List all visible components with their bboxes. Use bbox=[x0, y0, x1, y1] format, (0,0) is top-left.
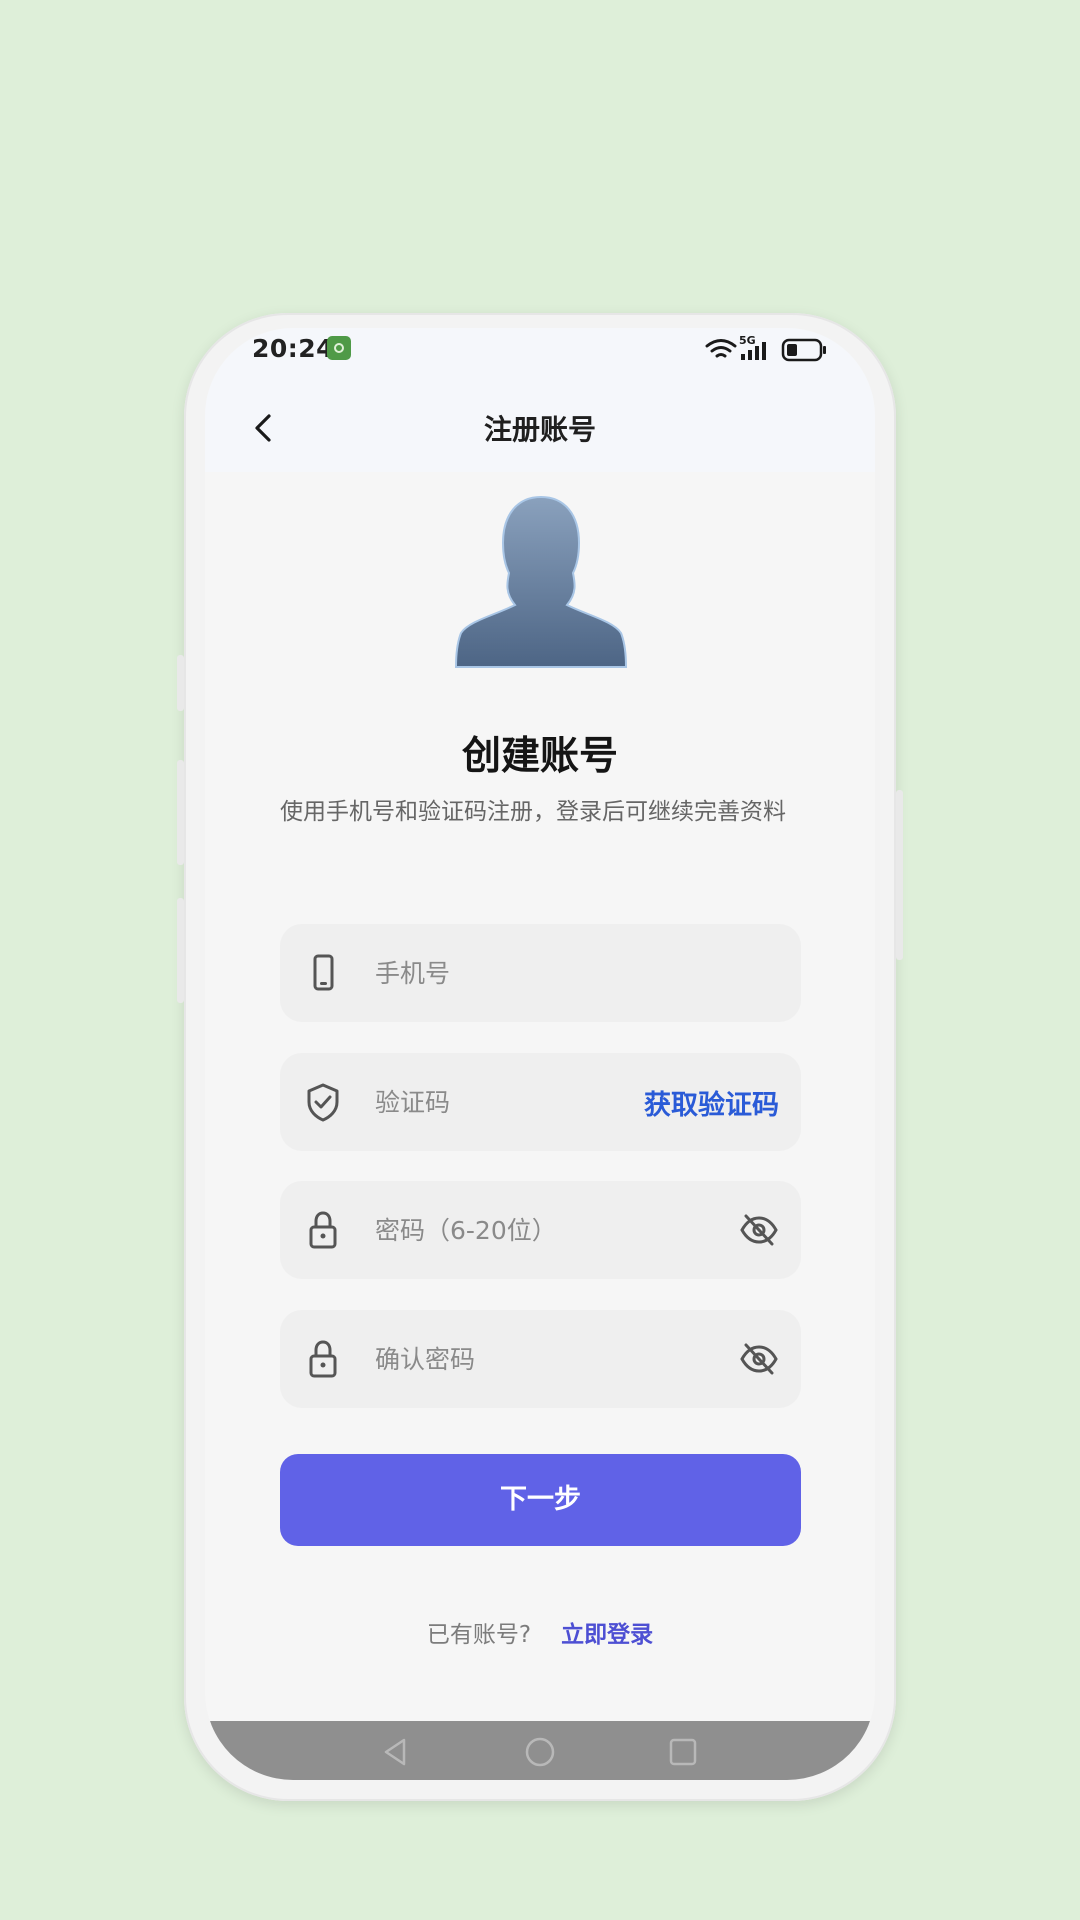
status-time: 20:24 bbox=[252, 334, 335, 363]
phone-side-button bbox=[177, 760, 184, 865]
lock-icon bbox=[309, 1211, 337, 1249]
have-account-text: 已有账号? bbox=[426, 1622, 532, 1648]
password-input[interactable] bbox=[375, 1205, 655, 1255]
code-field[interactable]: 获取验证码 bbox=[280, 1053, 801, 1151]
code-input[interactable] bbox=[375, 1077, 655, 1127]
login-link[interactable]: 立即登录 bbox=[561, 1622, 653, 1648]
eye-off-icon[interactable] bbox=[739, 1341, 779, 1377]
password-field[interactable] bbox=[280, 1181, 801, 1279]
lock-icon bbox=[309, 1340, 337, 1378]
phone-side-button bbox=[177, 655, 184, 711]
get-code-button[interactable]: 获取验证码 bbox=[644, 1083, 779, 1122]
phone-icon bbox=[313, 954, 334, 991]
battery-icon bbox=[781, 338, 826, 362]
wifi-icon bbox=[705, 339, 737, 358]
user-avatar-icon bbox=[455, 495, 627, 668]
eye-off-icon[interactable] bbox=[739, 1212, 779, 1248]
back-triangle-icon[interactable] bbox=[378, 1734, 414, 1770]
phone-side-button bbox=[177, 898, 184, 1003]
subtitle-text: 使用手机号和验证码注册，登录后可继续完善资料 bbox=[280, 799, 786, 825]
app-notification-icon bbox=[327, 336, 351, 360]
shield-check-icon bbox=[307, 1083, 339, 1122]
recents-square-icon[interactable] bbox=[665, 1734, 701, 1770]
confirm-password-input[interactable] bbox=[375, 1334, 655, 1384]
next-step-button[interactable]: 下一步 bbox=[280, 1454, 801, 1546]
status-icons: 5G bbox=[705, 334, 826, 362]
status-bar: 20:24 5G bbox=[205, 328, 875, 388]
home-circle-icon[interactable] bbox=[522, 1734, 558, 1770]
page-title: 注册账号 bbox=[483, 413, 596, 446]
phone-field[interactable] bbox=[280, 924, 801, 1022]
nav-bar: 注册账号 bbox=[205, 388, 875, 472]
network-type-label: 5G bbox=[739, 334, 756, 347]
confirm-password-field[interactable] bbox=[280, 1310, 801, 1408]
system-nav-bar bbox=[205, 1721, 875, 1780]
create-account-title: 创建账号 bbox=[461, 734, 618, 779]
phone-input[interactable] bbox=[375, 948, 655, 998]
phone-side-button bbox=[896, 790, 903, 960]
login-prompt: 已有账号? 立即登录 bbox=[205, 1615, 875, 1649]
app-screen: 20:24 5G 注册账号 创建账号 使用手机号和验证码注册，登录后可继续完善资… bbox=[205, 328, 875, 1780]
